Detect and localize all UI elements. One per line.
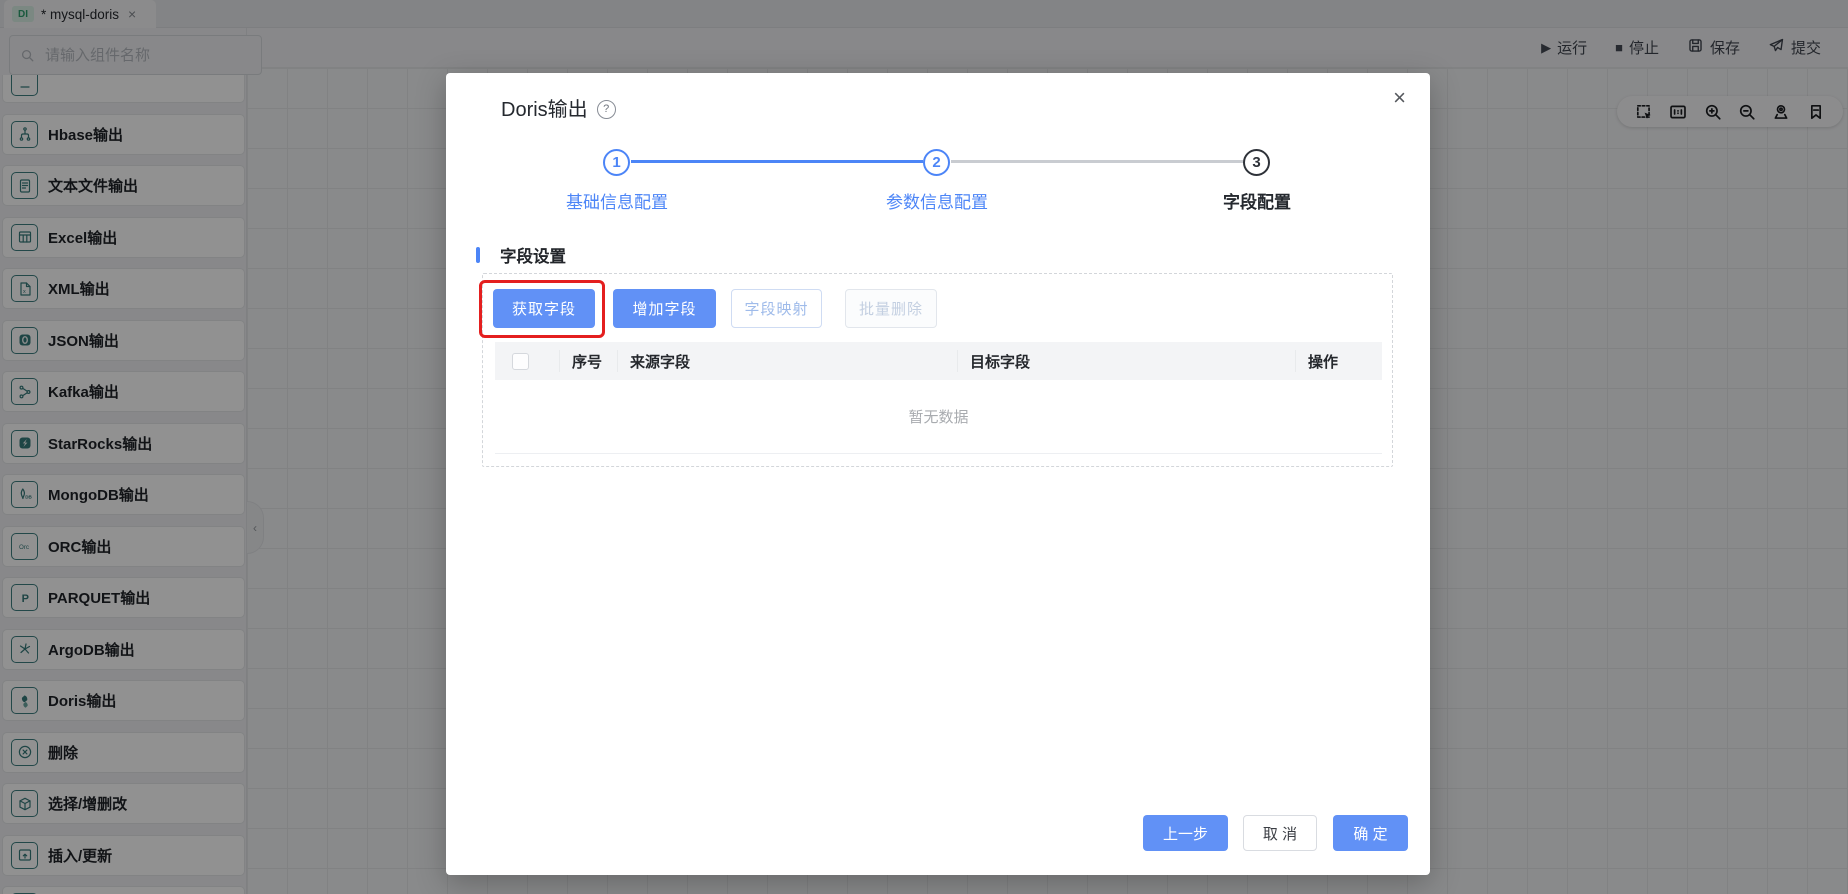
cancel-button[interactable]: 取 消 xyxy=(1243,815,1317,851)
batch-delete-button: 批量删除 xyxy=(845,289,937,328)
close-icon[interactable]: × xyxy=(1393,87,1406,109)
select-all-checkbox[interactable] xyxy=(512,353,529,370)
step-label-basic-info[interactable]: 基础信息配置 xyxy=(537,188,697,213)
column-index: 序号 xyxy=(560,350,618,372)
section-accent-bar xyxy=(476,247,480,263)
field-mapping-button[interactable]: 字段映射 xyxy=(731,289,822,328)
previous-step-button[interactable]: 上一步 xyxy=(1143,815,1228,851)
section-title: 字段设置 xyxy=(500,243,566,267)
highlight-annotation-box xyxy=(479,280,605,338)
step-connector-done xyxy=(631,160,923,163)
step-circle-2: 2 xyxy=(923,149,950,176)
add-field-button[interactable]: 增加字段 xyxy=(613,289,716,328)
empty-state-text: 暂无数据 xyxy=(908,406,968,427)
confirm-button[interactable]: 确 定 xyxy=(1333,815,1408,851)
field-table-header: 序号 来源字段 目标字段 操作 xyxy=(495,342,1382,380)
field-table-body: 暂无数据 xyxy=(495,380,1382,454)
step-label-field-config: 字段配置 xyxy=(1177,188,1337,213)
step-connector-pending xyxy=(951,160,1243,163)
step-circle-3: 3 xyxy=(1243,149,1270,176)
column-source-field: 来源字段 xyxy=(618,350,958,372)
step-circle-1: 1 xyxy=(603,149,630,176)
step-label-param-info[interactable]: 参数信息配置 xyxy=(857,188,1017,213)
column-actions: 操作 xyxy=(1296,350,1382,372)
dialog-title: Doris输出 ? xyxy=(501,93,616,122)
help-icon[interactable]: ? xyxy=(597,100,616,119)
column-target-field: 目标字段 xyxy=(958,350,1296,372)
doris-output-dialog: Doris输出 ? × 1 2 3 基础信息配置 参数信息配置 字段配置 字段设… xyxy=(446,73,1430,875)
